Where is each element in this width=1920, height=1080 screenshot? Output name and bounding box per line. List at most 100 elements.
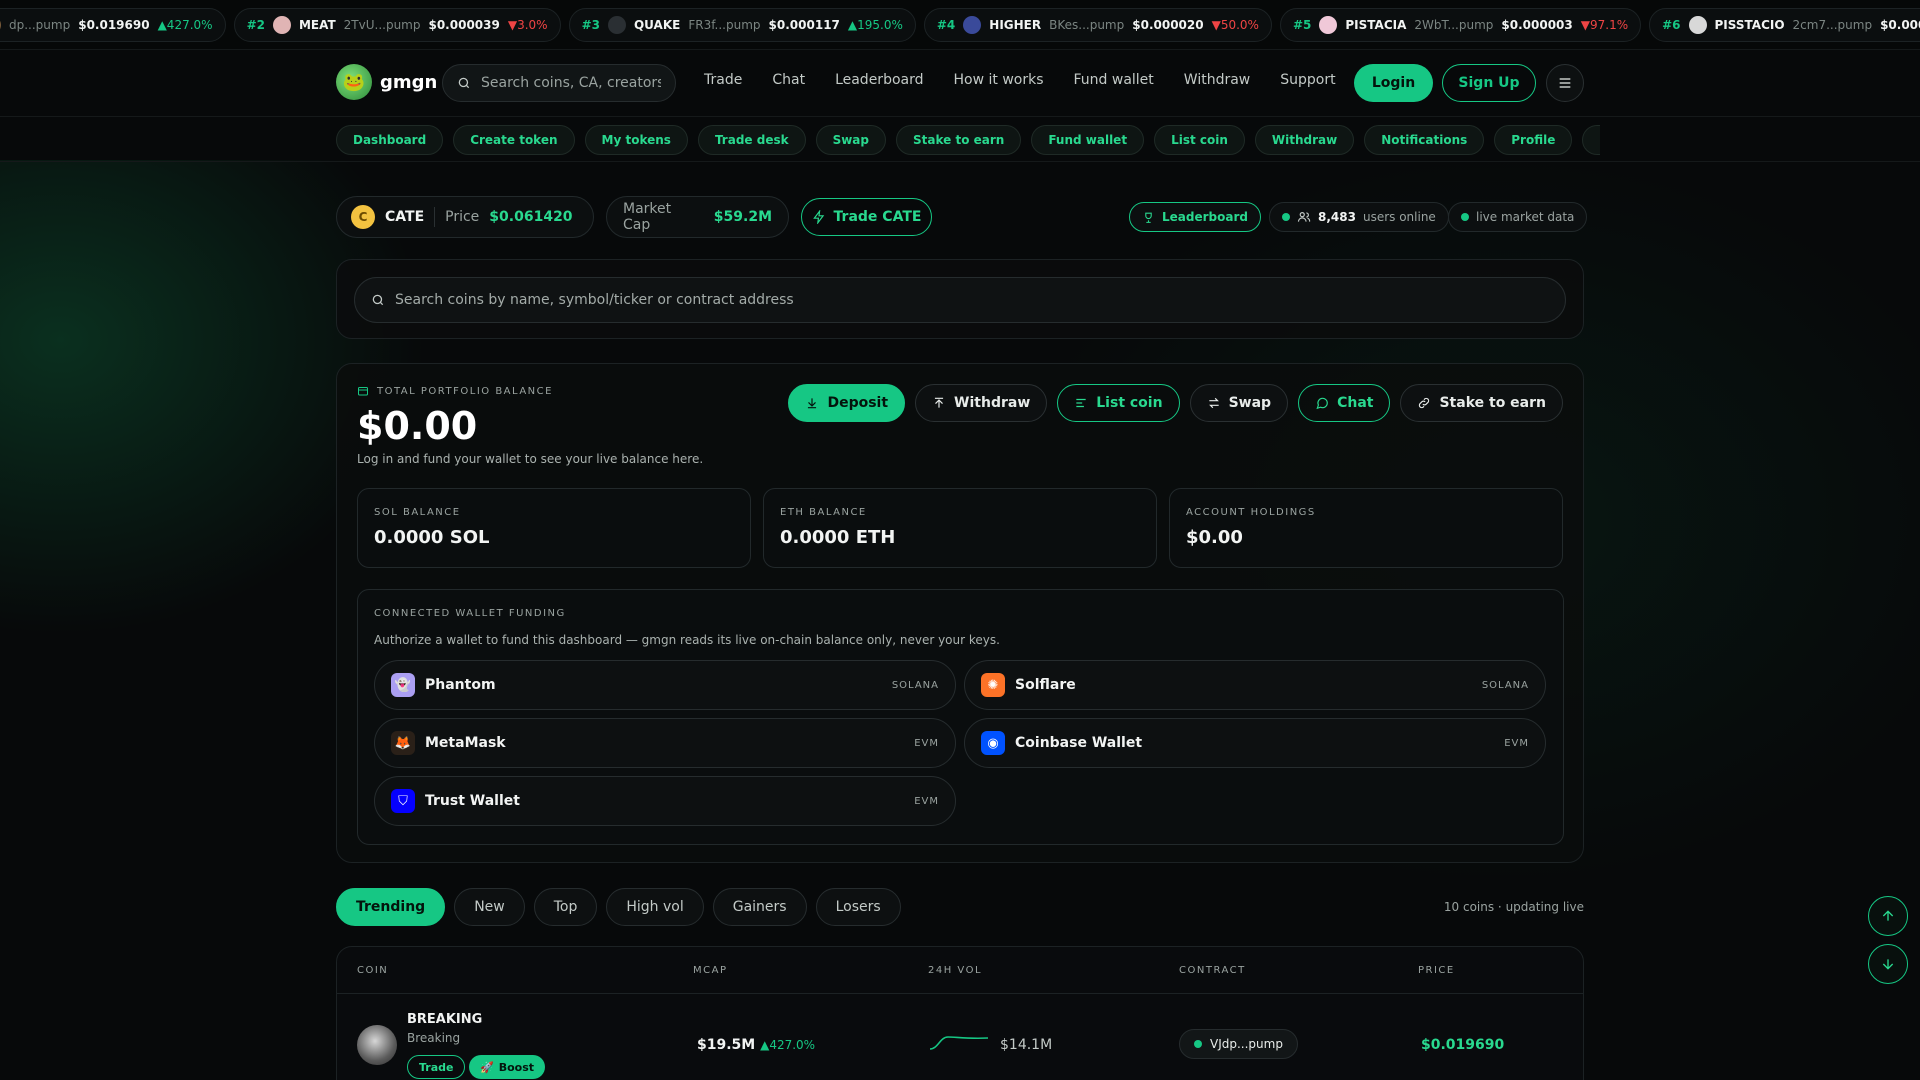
col-coin: COIN	[357, 965, 389, 976]
wallet-option-solflare[interactable]: ✺ Solflare SOLANA	[964, 660, 1546, 710]
quick-link-trade-desk[interactable]: Trade desk	[697, 125, 806, 155]
top-nav: 🐸 gmgn Trade Chat Leaderboard How it works F…	[0, 50, 1920, 116]
quick-link-dashboard[interactable]: Dashboard	[336, 125, 444, 155]
wallet-name: Phantom	[425, 677, 496, 693]
swap-button[interactable]: Swap	[1189, 384, 1289, 422]
frog-logo-icon: 🐸	[336, 64, 372, 100]
quick-link-create-token[interactable]: Create token	[453, 125, 575, 155]
nav-search[interactable]	[442, 64, 676, 102]
portfolio-label: TOTAL PORTFOLIO BALANCE	[357, 385, 553, 397]
ticker-item[interactable]: #6PISSTACIO2cm7...pump$0.000002▼96.8%	[1649, 7, 1920, 42]
ticker-item[interactable]: #4 HIGHER BKes...pump $0.000020 ▼50.0%	[923, 7, 1272, 42]
ticker-item[interactable]: #5 PISTACIA 2WbT...pump $0.000003 ▼97.1%	[1279, 7, 1642, 42]
ticker-price: $0.000117	[768, 17, 840, 32]
nav-link-fund-wallet[interactable]: Fund wallet	[1074, 72, 1154, 88]
token-avatar-icon	[1688, 15, 1707, 34]
token-avatar-icon	[607, 15, 626, 34]
logo[interactable]: 🐸 gmgn	[336, 64, 437, 100]
wallet-name: Solflare	[1015, 677, 1076, 693]
nav-link-withdraw[interactable]: Withdraw	[1184, 72, 1250, 88]
quick-link-support[interactable]: Support	[1582, 125, 1600, 155]
search-icon	[458, 77, 470, 89]
stake-to-earn-button[interactable]: Stake to earn	[1400, 384, 1563, 422]
ticker-change: ▲195.0%	[847, 17, 903, 32]
login-button[interactable]: Login	[1354, 64, 1433, 102]
row-mcap: $19.5M ▲427.0%	[697, 1037, 815, 1053]
tab-losers[interactable]: Losers	[815, 888, 901, 926]
quick-link-my-tokens[interactable]: My tokens	[584, 125, 688, 155]
scroll-down-button[interactable]	[1868, 944, 1908, 984]
ticker-item[interactable]: #2 MEAT 2TvU...pump $0.000039 ▼3.0%	[233, 7, 561, 42]
coin-count: 10 coins · updating live	[1443, 900, 1584, 914]
wallet-name: Trust Wallet	[425, 793, 520, 809]
nav-link-support[interactable]: Support	[1280, 72, 1335, 88]
coin-avatar	[357, 1025, 397, 1065]
quick-link-list-coin[interactable]: List coin	[1154, 125, 1245, 155]
row-boost-label: Boost	[498, 1060, 535, 1074]
wallet-option-metamask[interactable]: 🦊 MetaMask EVM	[374, 718, 956, 768]
coins-table: COIN MCAP 24H VOL CONTRACT PRICE BREAKIN…	[336, 946, 1584, 1080]
nav-link-leaderboard[interactable]: Leaderboard	[835, 72, 923, 88]
ticker-price: $0.000039	[428, 17, 500, 32]
leaderboard-button[interactable]: Leaderboard	[1129, 202, 1261, 232]
ticker-change: ▼50.0%	[1211, 17, 1259, 32]
row-trade-label: Trade	[419, 1060, 454, 1074]
coin-search-box[interactable]	[354, 277, 1566, 323]
wallet-option-coinbase-wallet[interactable]: ◉ Coinbase Wallet EVM	[964, 718, 1546, 768]
logo-text: gmgn	[380, 71, 438, 93]
trade-cate-button[interactable]: Trade CATE	[801, 198, 932, 236]
tab-new[interactable]: New	[454, 888, 525, 926]
ticker-item[interactable]: #3 QUAKE FR3f...pump $0.000117 ▲195.0%	[568, 7, 916, 42]
row-contract[interactable]: VJdp...pump	[1179, 1029, 1298, 1059]
ticker-contract: dp...pump	[9, 17, 71, 32]
balance-label: ACCOUNT HOLDINGS	[1186, 507, 1316, 518]
wallet-chain: SOLANA	[891, 679, 939, 691]
withdraw-button[interactable]: Withdraw	[915, 384, 1048, 422]
swap-icon	[1207, 396, 1221, 410]
coin-search-input[interactable]	[395, 292, 1495, 308]
quick-link-stake-to-earn[interactable]: Stake to earn	[896, 125, 1022, 155]
action-label: Swap	[1228, 395, 1272, 411]
quick-link-fund-wallet[interactable]: Fund wallet	[1031, 125, 1145, 155]
nav-search-input[interactable]	[481, 75, 661, 91]
col-price: PRICE	[1418, 965, 1455, 976]
deposit-button[interactable]: Deposit	[788, 384, 906, 422]
ticker-price: $0.000003	[1501, 17, 1573, 32]
list-coin-button[interactable]: List coin	[1057, 384, 1180, 422]
coin-name: BREAKING	[407, 1012, 483, 1027]
tab-trending[interactable]: Trending	[336, 888, 446, 926]
balance-label: ETH BALANCE	[780, 507, 867, 518]
chat-icon	[1315, 396, 1329, 410]
nav-link-chat[interactable]: Chat	[772, 72, 805, 88]
quick-link-swap[interactable]: Swap	[815, 125, 886, 155]
signup-button[interactable]: Sign Up	[1442, 64, 1536, 102]
nav-link-how-it-works[interactable]: How it works	[954, 72, 1044, 88]
nav-link-trade[interactable]: Trade	[704, 72, 742, 88]
tab-high-vol[interactable]: High vol	[606, 888, 704, 926]
wallet-funding-panel: CONNECTED WALLET FUNDING Authorize a wal…	[357, 589, 1564, 845]
quick-link-withdraw[interactable]: Withdraw	[1254, 125, 1355, 155]
coin-search-panel	[336, 259, 1584, 339]
tab-top[interactable]: Top	[533, 888, 598, 926]
wallet-option-trust-wallet[interactable]: ⛉ Trust Wallet EVM	[374, 776, 956, 826]
hamburger-icon	[1559, 78, 1571, 88]
ticker-rank: #3	[581, 17, 600, 32]
ticker-contract: 2WbT...pump	[1414, 17, 1494, 32]
wallet-icon	[358, 387, 368, 396]
price-label: Price	[445, 209, 480, 225]
row-boost-button[interactable]: 🚀 Boost	[469, 1055, 546, 1079]
tab-gainers[interactable]: Gainers	[712, 888, 807, 926]
ticker-contract: 2cm7...pump	[1792, 17, 1873, 32]
ticker-item[interactable]: dp...pump $0.019690 ▲427.0%	[0, 7, 226, 42]
chat-button[interactable]: Chat	[1298, 384, 1391, 422]
ticker-contract: BKes...pump	[1049, 17, 1125, 32]
wallet-chain: EVM	[914, 737, 939, 749]
wallet-option-phantom[interactable]: 👻 Phantom SOLANA	[374, 660, 956, 710]
menu-button[interactable]	[1546, 64, 1584, 102]
quick-link-notifications[interactable]: Notifications	[1364, 125, 1485, 155]
scroll-up-button[interactable]	[1868, 896, 1908, 936]
row-trade-button[interactable]: Trade	[407, 1055, 466, 1079]
quick-link-profile[interactable]: Profile	[1494, 125, 1573, 155]
ticker-change: ▼97.1%	[1580, 17, 1629, 32]
users-count: 8,483	[1318, 210, 1356, 224]
